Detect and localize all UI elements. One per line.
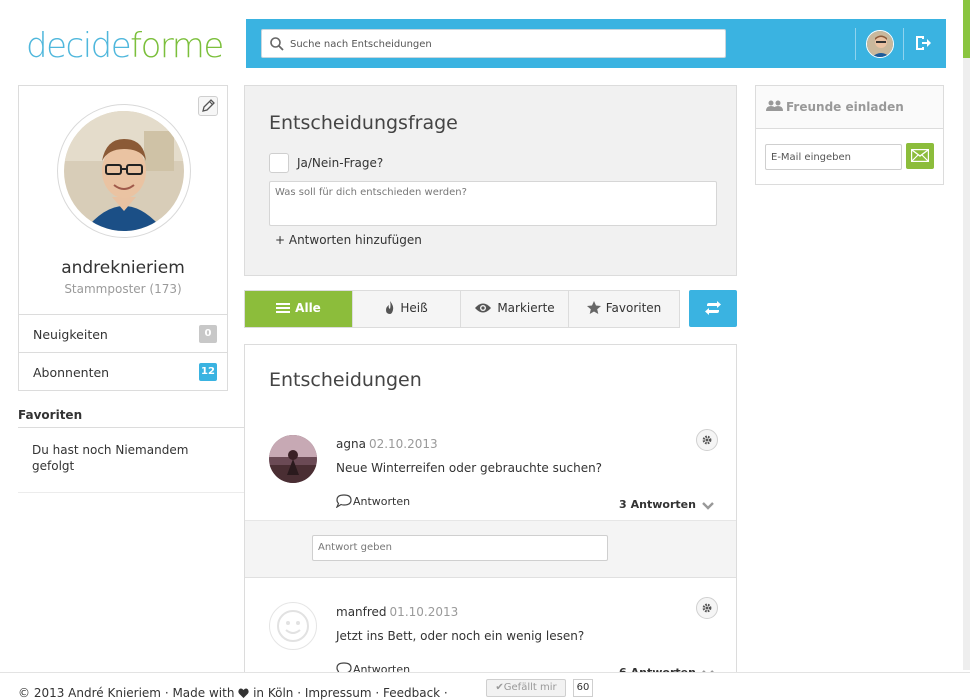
gear-icon (702, 603, 712, 613)
tab-favorites[interactable]: Favoriten (569, 291, 679, 327)
tab-all[interactable]: Alle (245, 291, 353, 327)
search-icon (270, 37, 284, 51)
decision-user[interactable]: agna (336, 437, 366, 451)
divider (18, 492, 244, 493)
check-icon: ✔ (495, 682, 504, 693)
pencil-icon (202, 99, 215, 112)
answer-count-toggle[interactable]: 3 Antworten (619, 498, 714, 511)
profile-card: andreknieriem Stammposter (173) Neuigkei… (18, 85, 228, 391)
reply-area: Antwort geben (245, 520, 736, 578)
question-input[interactable]: Was soll für dich entschieden werden? (269, 181, 717, 226)
question-input-placeholder: Was soll für dich entschieden werden? (275, 187, 467, 198)
profile-row-subscribers[interactable]: Abonnenten 12 (19, 352, 227, 391)
reply-input-placeholder: Antwort geben (318, 542, 392, 553)
gear-icon (702, 435, 712, 445)
invite-friends-panel: Freunde einladen E-Mail eingeben (755, 85, 944, 185)
user-avatar[interactable] (269, 602, 317, 650)
filter-tabs: Alle Heiß Markierte Favoriten (244, 290, 680, 328)
favorites-heading: Favoriten (18, 408, 83, 422)
edit-profile-button[interactable] (198, 96, 218, 116)
profile-row-news[interactable]: Neuigkeiten 0 (19, 314, 227, 353)
yesno-checkbox[interactable] (269, 153, 289, 173)
envelope-icon (911, 149, 929, 162)
decision-meta: manfred 01.10.2013 (336, 605, 458, 619)
yesno-label: Ja/Nein-Frage? (297, 156, 384, 170)
chevron-down-icon (702, 502, 714, 510)
divider (903, 28, 904, 60)
send-invite-button[interactable] (906, 143, 934, 169)
footer: © 2013 André Knieriem · Made with in Köl… (0, 672, 970, 700)
count-badge: 0 (199, 325, 217, 343)
divider (855, 28, 856, 60)
flame-icon (386, 301, 394, 314)
decisions-title: Entscheidungen (269, 369, 422, 391)
profile-username: andreknieriem (61, 258, 185, 278)
tab-marked[interactable]: Markierte (461, 291, 569, 327)
star-icon (586, 301, 601, 314)
refresh-button[interactable] (689, 290, 737, 327)
profile-avatar (57, 104, 191, 238)
row-label: Abonnenten (33, 365, 110, 380)
decision-question[interactable]: Jetzt ins Bett, oder noch ein wenig lese… (336, 629, 584, 643)
heart-icon (238, 688, 249, 698)
decisions-panel: Entscheidungen agna 02.10.2013 Neue Winte… (244, 344, 737, 684)
logout-icon[interactable] (914, 34, 932, 52)
count-badge: 12 (199, 363, 217, 381)
row-label: Neuigkeiten (33, 327, 108, 342)
reply-link[interactable]: Antworten (335, 494, 410, 509)
decision-date: 02.10.2013 (368, 437, 438, 451)
users-icon (766, 100, 783, 111)
like-count: 60 (573, 679, 593, 697)
decision-date: 01.10.2013 (389, 605, 459, 619)
search-input[interactable] (290, 34, 710, 54)
eye-icon (475, 303, 492, 313)
list-icon (276, 303, 291, 313)
profile-rank: Stammposter (173) (64, 282, 182, 296)
top-right-accent-strip (963, 0, 970, 58)
settings-button[interactable] (696, 597, 718, 619)
footer-text: © 2013 André Knieriem · Made with in Köl… (18, 686, 448, 700)
smiley-placeholder-icon (277, 610, 309, 642)
speech-bubble-icon (335, 494, 352, 509)
question-form: Entscheidungsfrage Ja/Nein-Frage? Was so… (244, 85, 737, 276)
like-button[interactable]: ✔Gefällt mir (486, 679, 566, 697)
user-avatar[interactable] (866, 30, 894, 58)
invite-title: Freunde einladen (786, 100, 904, 114)
invite-header: Freunde einladen (756, 86, 943, 129)
refresh-icon (705, 301, 721, 315)
scrollbar[interactable] (963, 58, 970, 670)
email-field[interactable]: E-Mail eingeben (765, 144, 902, 170)
settings-button[interactable] (696, 429, 718, 451)
logo[interactable]: decideforme (26, 26, 224, 66)
divider (18, 427, 244, 428)
tab-hot[interactable]: Heiß (353, 291, 461, 327)
decision-meta: agna 02.10.2013 (336, 437, 438, 451)
email-placeholder: E-Mail eingeben (771, 152, 852, 163)
user-avatar[interactable] (269, 435, 317, 483)
favorites-empty-text: Du hast noch Niemandem gefolgt (32, 443, 189, 473)
add-answers-link[interactable]: + Antworten hinzufügen (275, 233, 422, 247)
question-title: Entscheidungsfrage (269, 112, 458, 134)
reply-input[interactable]: Antwort geben (312, 535, 608, 561)
search-box[interactable] (261, 29, 726, 58)
decision-question[interactable]: Neue Winterreifen oder gebrauchte suchen… (336, 461, 602, 475)
decision-user[interactable]: manfred (336, 605, 387, 619)
top-bar (246, 19, 946, 68)
